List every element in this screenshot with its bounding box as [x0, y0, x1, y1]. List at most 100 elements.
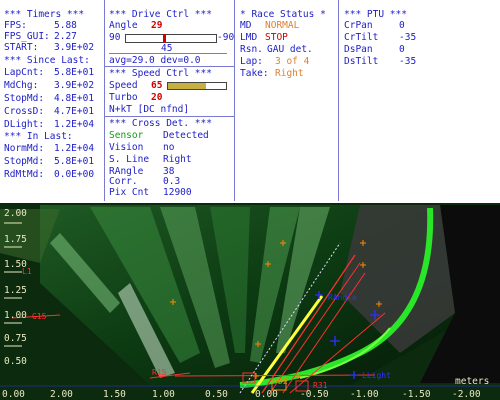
speed-value: 65 [151, 80, 163, 91]
angle-value: 29 [151, 20, 163, 31]
timers-header: *** Timers *** [4, 9, 85, 20]
lap-label: Lap: [240, 56, 263, 67]
ptu-label: DsTilt [344, 56, 379, 67]
g15-marker-label: G15 [32, 312, 47, 321]
corr-value: 0.3 [163, 176, 181, 187]
timers-column: *** Timers *** FPS: 5.88 FPS_GUI: 2.27 S… [0, 0, 105, 201]
turbo-value: 20 [151, 92, 163, 103]
x-tick-label: 0.50 [205, 389, 228, 400]
since-value: 3.9E+02 [54, 80, 95, 91]
angle-label: Angle [109, 20, 138, 31]
slider-left-label: 90 [109, 32, 121, 43]
vision-label: Vision [109, 142, 144, 153]
in-last-label: RdMtMd: [4, 169, 45, 180]
in-last-label: NormMd: [4, 143, 45, 154]
vision-value: no [163, 142, 175, 153]
timer-label: START: [4, 42, 39, 53]
speed-header: *** Speed Ctrl *** [109, 68, 212, 79]
x-tick-label: 0.00 [2, 389, 25, 400]
since-label: CrossD: [4, 106, 45, 117]
l1-marker-label: L1 [22, 267, 32, 276]
mode-label: MD [240, 20, 252, 31]
y-tick-label: 1.00 [4, 310, 27, 321]
camera-overlay [0, 203, 500, 400]
d2-marker-label: D2 [278, 377, 288, 386]
slider-right-label: -90 [217, 32, 235, 43]
since-value: 1.2E+04 [54, 119, 95, 130]
since-label: DLight: [4, 119, 45, 130]
ptu-value: 0 [399, 44, 405, 55]
lap-value: 3 of 4 [275, 56, 310, 67]
y-tick-label: 0.50 [4, 356, 27, 367]
r31-marker-label: R31 [313, 381, 328, 390]
in-last-value: 5.8E+01 [54, 156, 95, 167]
x-tick-label: -2.00 [452, 389, 481, 400]
race-header: * Race Status * [240, 9, 326, 20]
avg-dev-readout: avg=29.0 dev=0.0 [109, 55, 201, 66]
r15-marker-label: R15 [152, 368, 167, 377]
ptu-value: 0 [399, 20, 405, 31]
nkt-readout: N+kT [DC nfnd] [109, 104, 190, 115]
reason-value: GAU det. [267, 44, 313, 55]
pixcnt-value: 12900 [163, 187, 192, 198]
in-last-value: 0.0E+00 [54, 169, 95, 180]
last-mode-value: STOP [265, 32, 288, 43]
ptu-column: *** PTU *** CrPan 0 CrTilt -35 DsPan 0 D… [339, 0, 499, 201]
since-label: MdChg: [4, 80, 39, 91]
since-label: StopMd: [4, 93, 45, 104]
ptu-value: -35 [399, 56, 417, 67]
x-tick-label: -1.50 [402, 389, 431, 400]
cross-det-header: *** Cross Det. *** [109, 118, 212, 129]
in-last-label: StopMd: [4, 156, 45, 167]
rangle-marker-label: RAngle [328, 293, 357, 302]
sensor-label: Sensor [109, 130, 144, 141]
divider [105, 116, 234, 117]
y-tick-label: 1.25 [4, 285, 27, 296]
camera-view: 2.00 1.75 1.50 1.25 1.00 0.75 0.50 0.00 … [0, 203, 500, 400]
since-value: 4.7E+01 [54, 106, 95, 117]
sline-value: Right [163, 154, 192, 165]
divider [109, 53, 227, 54]
since-label: LapCnt: [4, 67, 45, 78]
sensor-value: Detected [163, 130, 209, 141]
ptu-label: CrPan [344, 20, 373, 31]
speed-label: Speed [109, 80, 138, 91]
since-header: *** Since Last: [4, 55, 90, 66]
angle-slider[interactable] [125, 34, 217, 43]
since-value: 5.8E+01 [54, 67, 95, 78]
timer-value: 3.9E+02 [54, 42, 95, 53]
ptu-label: DsPan [344, 44, 373, 55]
timer-value: 2.27 [54, 31, 77, 42]
x-tick-label: 0.00 [255, 389, 278, 400]
ptu-value: -35 [399, 32, 417, 43]
corr-label: Corr. [109, 176, 138, 187]
x-tick-label: 1.00 [152, 389, 175, 400]
divider [105, 66, 234, 67]
ptu-label: CrTilt [344, 32, 379, 43]
x-tick-label: -0.50 [300, 389, 329, 400]
llight-marker-label: LLight [362, 371, 391, 380]
drive-column: *** Drive Ctrl *** Angle 29 90 -90 45 av… [105, 0, 235, 201]
reason-label: Rsn. [240, 44, 263, 55]
timer-value: 5.88 [54, 20, 77, 31]
timer-label: FPS: [4, 20, 27, 31]
take-value: Right [275, 68, 304, 79]
timer-label: FPS_GUI: [4, 31, 50, 42]
in-last-value: 1.2E+04 [54, 143, 95, 154]
speed-bar-fill [168, 83, 206, 89]
turbo-label: Turbo [109, 92, 138, 103]
since-value: 4.8E+01 [54, 93, 95, 104]
mode-value: NORMAL [265, 20, 300, 31]
angle-slider-knob[interactable] [163, 34, 166, 43]
x-tick-label: -1.00 [350, 389, 379, 400]
drive-header: *** Drive Ctrl *** [109, 9, 212, 20]
take-label: Take: [240, 68, 269, 79]
axis-unit-label: meters [455, 376, 490, 387]
telemetry-panel: *** Timers *** FPS: 5.88 FPS_GUI: 2.27 S… [0, 0, 500, 203]
in-last-header: *** In Last: [4, 131, 73, 142]
y-tick-label: 1.75 [4, 234, 27, 245]
race-column: * Race Status * MD NORMAL LMD STOP Rsn. … [235, 0, 339, 201]
speed-bar [167, 82, 227, 90]
pixcnt-label: Pix Cnt [109, 187, 150, 198]
x-tick-label: 2.00 [50, 389, 73, 400]
